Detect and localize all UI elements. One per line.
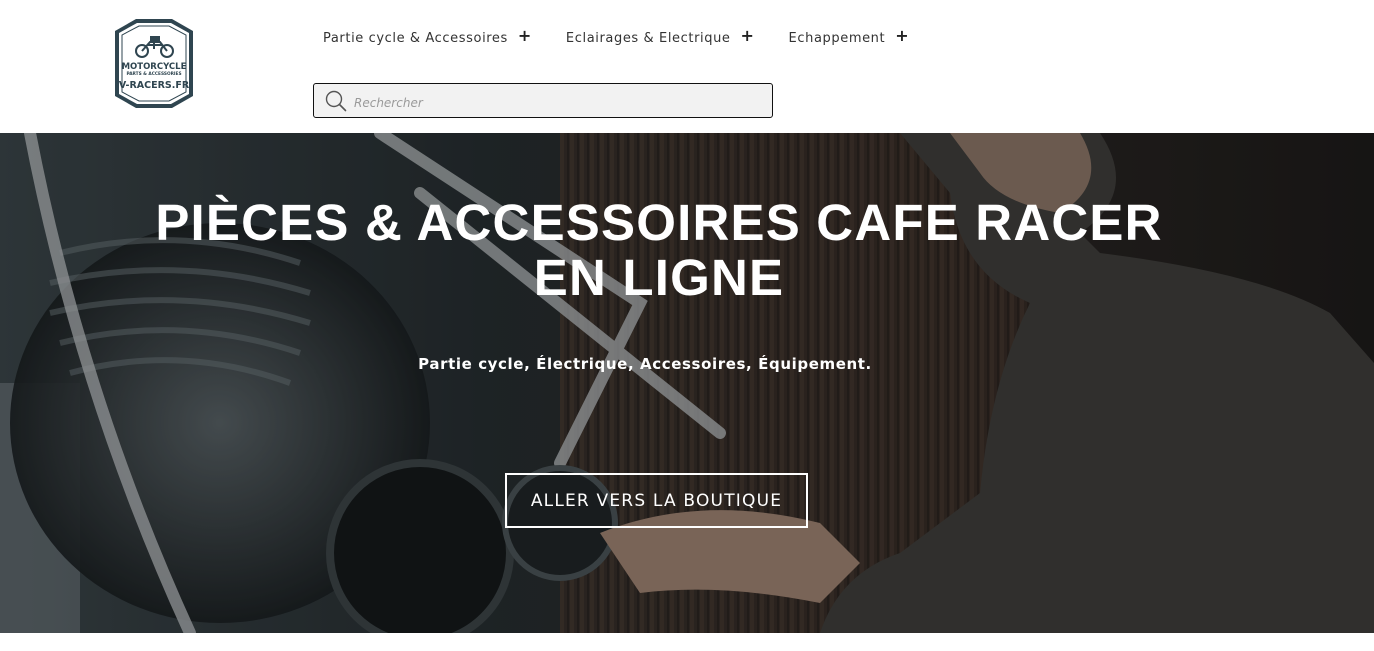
plus-icon[interactable]: + [741,28,755,44]
logo-line3: V-RACERS.FR [119,80,190,91]
nav-item-echappement[interactable]: Echappement + [788,28,910,46]
plus-icon[interactable]: + [895,28,909,44]
logo-badge: MOTORCYCLE PARTS & ACCESSORIES V-RACERS.… [115,19,193,108]
page-bottom-strip [0,633,1374,651]
plus-icon[interactable]: + [518,28,532,44]
nav-item-label: Partie cycle & Accessoires [323,30,508,46]
hero-title: PIÈCES & ACCESSOIRES CAFE RACER EN LIGNE [0,195,1318,305]
hero-banner: PIÈCES & ACCESSOIRES CAFE RACER EN LIGNE… [0,133,1374,633]
nav-item-partie-cycle[interactable]: Partie cycle & Accessoires + [323,28,532,46]
logo-line2: PARTS & ACCESSORIES [126,71,181,77]
site-header: MOTORCYCLE PARTS & ACCESSORIES V-RACERS.… [0,0,1374,133]
logo-line1: MOTORCYCLE [122,62,187,72]
search-bar [313,83,773,118]
hero-title-line2: EN LIGNE [533,249,785,306]
nav-item-label: Eclairages & Electrique [565,30,731,46]
shop-cta-button[interactable]: ALLER VERS LA BOUTIQUE [505,473,808,528]
search-input[interactable] [354,92,764,114]
hero-title-line1: PIÈCES & ACCESSOIRES CAFE RACER [155,194,1163,251]
nav-item-label: Echappement [788,30,886,46]
main-nav: Partie cycle & Accessoires + Eclairages … [323,28,909,48]
nav-item-eclairages[interactable]: Eclairages & Electrique + [565,28,755,46]
search-icon[interactable] [325,90,347,112]
hero-subtitle: Partie cycle, Électrique, Accessoires, É… [418,355,872,373]
site-logo[interactable]: MOTORCYCLE PARTS & ACCESSORIES V-RACERS.… [114,18,194,109]
